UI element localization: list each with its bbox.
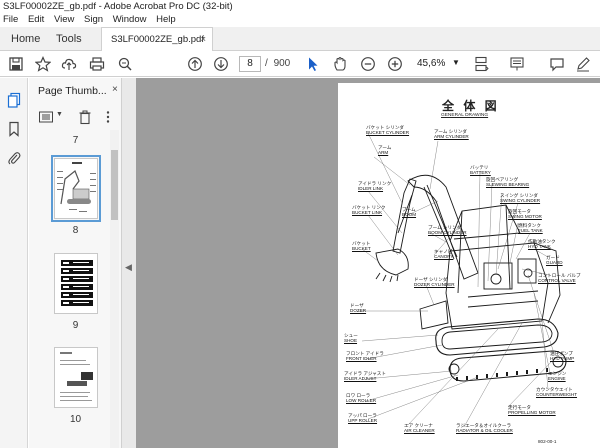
label-hyd-tank: 作動油タンク HYD TANK bbox=[528, 239, 556, 250]
label-boom: ブーム BOOM bbox=[402, 207, 417, 218]
label-arm: アーム ARM bbox=[378, 145, 392, 156]
page-separator: / bbox=[265, 58, 268, 69]
page-display-icon[interactable] bbox=[472, 55, 490, 73]
menu-edit[interactable]: Edit bbox=[28, 14, 44, 25]
bookmarks-icon[interactable] bbox=[6, 121, 22, 137]
save-icon[interactable] bbox=[7, 55, 25, 73]
thumbnail-number: 8 bbox=[72, 225, 79, 236]
label-upp-roller: アッパ ローラ UPP ROLLER bbox=[348, 413, 378, 424]
panel-toolbar: ▼ bbox=[36, 108, 116, 126]
fill-sign-pen-icon[interactable] bbox=[574, 55, 592, 73]
page-thumbnails-panel: Page Thumb... × ▼ 7 8 9 10 bbox=[29, 78, 122, 448]
thumbnail-number: 9 bbox=[72, 320, 79, 331]
title-bar: S3LF00002ZE_gb.pdf - Adobe Acrobat Pro D… bbox=[0, 0, 600, 13]
label-bucket-cylinder: バケット シリンダ BUCKET CYLINDER bbox=[366, 125, 410, 136]
pdf-page: 全 体 図 GENERAL DRAWING バケット シリンダ BUCKET C… bbox=[338, 83, 600, 448]
previous-page-icon[interactable] bbox=[186, 55, 204, 73]
menu-sign[interactable]: Sign bbox=[84, 14, 103, 25]
thumbnail-page-10[interactable] bbox=[54, 347, 98, 408]
menu-file[interactable]: File bbox=[3, 14, 18, 25]
menu-window[interactable]: Window bbox=[113, 14, 147, 25]
hand-tool-icon[interactable] bbox=[331, 55, 349, 73]
label-arm-cylinder: アーム シリンダ ARM CYLINDER bbox=[434, 129, 469, 140]
comment-icon[interactable] bbox=[548, 55, 566, 73]
options-dropdown-icon[interactable]: ▼ bbox=[56, 111, 63, 118]
label-swing-cylinder: スイング シリンダ SWING CYLINDER bbox=[500, 193, 541, 204]
delete-page-icon[interactable] bbox=[77, 109, 93, 125]
label-bucket: バケット BUCKET bbox=[352, 241, 371, 252]
bookmark-star-icon[interactable] bbox=[34, 55, 52, 73]
panel-close-icon[interactable]: × bbox=[112, 84, 118, 95]
label-bucket-link: バケット リンク BUCKET LINK bbox=[352, 205, 386, 216]
page-thumbnails-icon[interactable] bbox=[6, 92, 22, 108]
panel-collapse-handle[interactable]: ◀ bbox=[122, 78, 136, 448]
menu-help[interactable]: Help bbox=[156, 14, 176, 25]
page-count: / 900 bbox=[265, 56, 290, 72]
thumbnail-number: 10 bbox=[69, 414, 82, 425]
menu-bar: File Edit View Sign Window Help bbox=[0, 13, 600, 27]
label-idler-adjust: アイドラ アジャスト IDLER ADJUST bbox=[344, 371, 386, 382]
label-air-cleaner: エア クリーナ AIR CLEANER bbox=[404, 423, 435, 434]
document-tab-label: S3LF00002ZE_gb.pdf bbox=[111, 34, 204, 45]
scrolling-mode-icon[interactable] bbox=[508, 55, 526, 73]
label-front-idler: フロント アイドラ FRONT IDLER bbox=[346, 351, 384, 362]
zoom-search-icon[interactable] bbox=[116, 55, 134, 73]
scrollbar-thumb[interactable] bbox=[111, 150, 118, 220]
thumbnail-page-9[interactable] bbox=[54, 253, 98, 314]
label-battery: バッテリ BATTERY bbox=[470, 165, 491, 176]
label-engine: エンジン ENGINE bbox=[548, 371, 567, 382]
label-idler-link: アイドラ リンク IDLER LINK bbox=[358, 181, 392, 192]
document-canvas[interactable]: 全 体 図 GENERAL DRAWING バケット シリンダ BUCKET C… bbox=[136, 78, 600, 448]
thumbnail-scrollbar[interactable] bbox=[110, 130, 119, 448]
select-cursor-icon[interactable] bbox=[304, 55, 322, 73]
cloud-upload-icon[interactable] bbox=[60, 55, 78, 73]
label-fuel-tank: 燃料タンク FUEL TANK bbox=[518, 223, 543, 234]
zoom-out-icon[interactable] bbox=[359, 55, 377, 73]
label-shoe: シュー SHOE bbox=[344, 333, 358, 344]
page-footer-code: 802-00-1 bbox=[538, 439, 557, 444]
label-boom-cylinder: ブーム シリンダ BOOM CYLINDER bbox=[428, 225, 467, 236]
tab-document[interactable]: S3LF00002ZE_gb.pdf × bbox=[101, 27, 213, 52]
menu-view[interactable]: View bbox=[54, 14, 74, 25]
zoom-level-input[interactable]: 45,6% bbox=[417, 56, 451, 72]
label-canopy: キャノピ CANOPY bbox=[434, 249, 454, 260]
thumbnail-options-icon[interactable] bbox=[38, 109, 54, 125]
zoom-dropdown-icon[interactable]: ▼ bbox=[452, 58, 460, 67]
label-swing-motor: 旋回モータ SWING MOTOR bbox=[508, 209, 542, 220]
label-counterweight: カウンタウエイト COUNTERWEIGHT bbox=[536, 387, 578, 398]
page-number-input[interactable]: 8 bbox=[239, 56, 261, 72]
thumbnail-page-8[interactable] bbox=[51, 155, 101, 222]
next-page-icon[interactable] bbox=[212, 55, 230, 73]
label-slewing-bearing: 旋回ベアリング SLEWING BEARING bbox=[486, 177, 530, 188]
tab-home[interactable]: Home bbox=[11, 27, 40, 51]
label-propelling-motor: 走行モータ PROPELLING MOTOR bbox=[508, 405, 556, 416]
label-radiator-oil-cooler: ラジエータ＆オイルクーラ RADIATOR & OIL COOLER bbox=[456, 423, 513, 434]
label-low-roller: ロワ ローラ LOW ROLLER bbox=[346, 393, 377, 404]
page-total: 900 bbox=[273, 58, 291, 69]
print-icon[interactable] bbox=[88, 55, 106, 73]
tab-tools[interactable]: Tools bbox=[56, 27, 82, 51]
more-options-icon[interactable] bbox=[100, 109, 116, 125]
label-dozer: ドーザ DOZER bbox=[350, 303, 367, 314]
tab-bar: Home Tools S3LF00002ZE_gb.pdf × bbox=[0, 27, 600, 52]
label-control-valve: コントロール バルブ CONTROL VALVE bbox=[538, 273, 581, 284]
label-hyd-pump: 油圧ポンプ HYD PUMP bbox=[550, 351, 575, 362]
panel-title: Page Thumb... bbox=[38, 85, 107, 97]
window-title: S3LF00002ZE_gb.pdf - Adobe Acrobat Pro D… bbox=[3, 1, 233, 12]
navigation-rail bbox=[0, 78, 28, 448]
thumbnail-list: 7 8 9 10 bbox=[29, 130, 122, 448]
label-dozer-cylinder: ドーザ シリンダ DOZER CYLINDER bbox=[414, 277, 455, 288]
collapse-arrow-icon[interactable]: ◀ bbox=[125, 262, 132, 273]
label-guard: ガード GUARD bbox=[546, 255, 563, 266]
thumbnail-number: 7 bbox=[72, 135, 79, 146]
zoom-in-icon[interactable] bbox=[386, 55, 404, 73]
toolbar: 8 / 900 45,6% ▼ bbox=[0, 51, 600, 77]
attachments-paperclip-icon[interactable] bbox=[6, 150, 22, 166]
close-tab-icon[interactable]: × bbox=[200, 28, 206, 52]
